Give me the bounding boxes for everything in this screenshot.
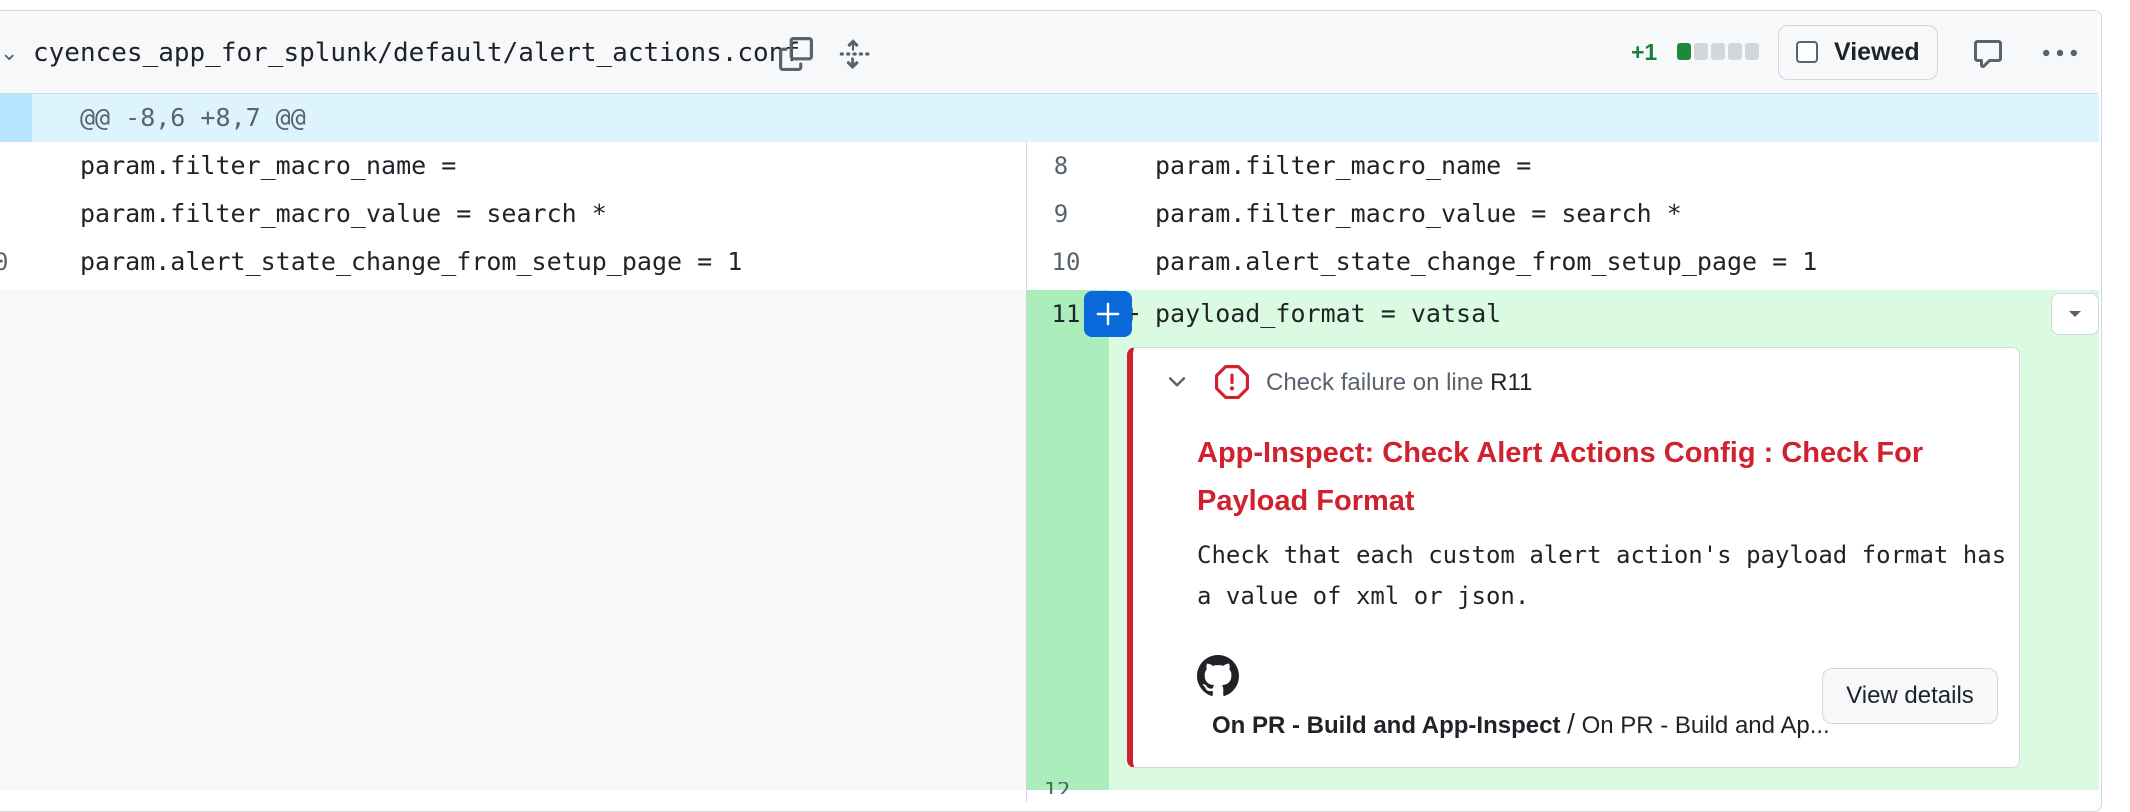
right-code-line: param.filter_macro_value = search * — [1155, 199, 1682, 228]
expand-icon[interactable] — [829, 30, 877, 78]
job-name-link[interactable]: On PR - Build and Ap... — [1582, 712, 1830, 739]
diff-stat-block-added — [1677, 43, 1691, 60]
hunk-header-text: @@ -8,6 +8,7 @@ — [80, 103, 306, 132]
hunk-expand-gutter[interactable] — [0, 94, 32, 142]
workflow-name-link[interactable]: On PR - Build and App-Inspect — [1212, 712, 1560, 739]
comment-icon[interactable] — [1963, 30, 2013, 78]
right-code-line: param.filter_macro_name = — [1155, 151, 1532, 180]
left-code-line: param.filter_macro_name = — [80, 151, 457, 180]
right-code-line-added: payload_format = vatsal — [1155, 299, 1502, 328]
check-failure-header: Check failure on line R11 — [1266, 369, 1532, 397]
left-code-line: param.filter_macro_value = search * — [80, 199, 607, 228]
github-icon — [1196, 654, 1240, 698]
add-comment-button[interactable] — [1084, 291, 1132, 337]
alert-octagon-icon — [1213, 363, 1251, 401]
diff-stat-count: +1 — [1631, 39, 1658, 65]
file-path[interactable]: cyences_app_for_splunk/default/alert_act… — [33, 36, 800, 70]
right-code-line: param.alert_state_change_from_setup_page… — [1155, 247, 1818, 276]
workflow-run-info: On PR - Build and App-Inspect / On PR - … — [1212, 708, 1830, 740]
viewed-button[interactable]: Viewed — [1778, 25, 1938, 80]
more-icon[interactable] — [2035, 30, 2085, 78]
chevron-down-icon[interactable] — [1159, 364, 1195, 400]
diff-stat-blocks — [1677, 43, 1759, 60]
left-code-line: param.alert_state_change_from_setup_page… — [80, 247, 743, 276]
check-failure-line-ref: R11 — [1490, 369, 1533, 396]
diff-stat-block-neutral — [1694, 43, 1708, 60]
diff-stat-block-neutral — [1745, 43, 1759, 60]
workflow-separator: / — [1567, 708, 1575, 739]
left-line-number[interactable]: 0 — [0, 238, 8, 286]
addition-gutter — [1027, 290, 1109, 790]
copy-icon[interactable] — [772, 30, 820, 78]
viewed-label: Viewed — [1834, 38, 1920, 66]
diff-stat-block-neutral — [1728, 43, 1742, 60]
check-failure-prefix: Check failure on line — [1266, 369, 1484, 396]
view-details-button[interactable]: View details — [1822, 668, 1998, 724]
right-line-number[interactable]: 8 — [1040, 142, 1082, 190]
right-line-number[interactable]: 12 — [1030, 782, 1084, 794]
hunk-header-row — [0, 94, 2099, 142]
right-line-number[interactable]: 9 — [1040, 190, 1082, 238]
checkbox-icon[interactable] — [1796, 41, 1818, 63]
plus-icon — [1096, 302, 1120, 326]
next-row-strip — [1027, 790, 2099, 800]
triangle-down-icon — [2069, 311, 2081, 317]
check-failure-message: Check that each custom alert action's pa… — [1197, 541, 2007, 610]
check-failure-title: App-Inspect: Check Alert Actions Config … — [1197, 437, 1924, 517]
diff-stat-block-neutral — [1711, 43, 1725, 60]
line-options-dropdown[interactable] — [2051, 293, 2099, 335]
right-line-number[interactable]: 10 — [1040, 238, 1092, 286]
left-empty-placeholder — [0, 290, 1026, 790]
collapse-chevron-icon[interactable]: ⌄ — [0, 40, 18, 66]
